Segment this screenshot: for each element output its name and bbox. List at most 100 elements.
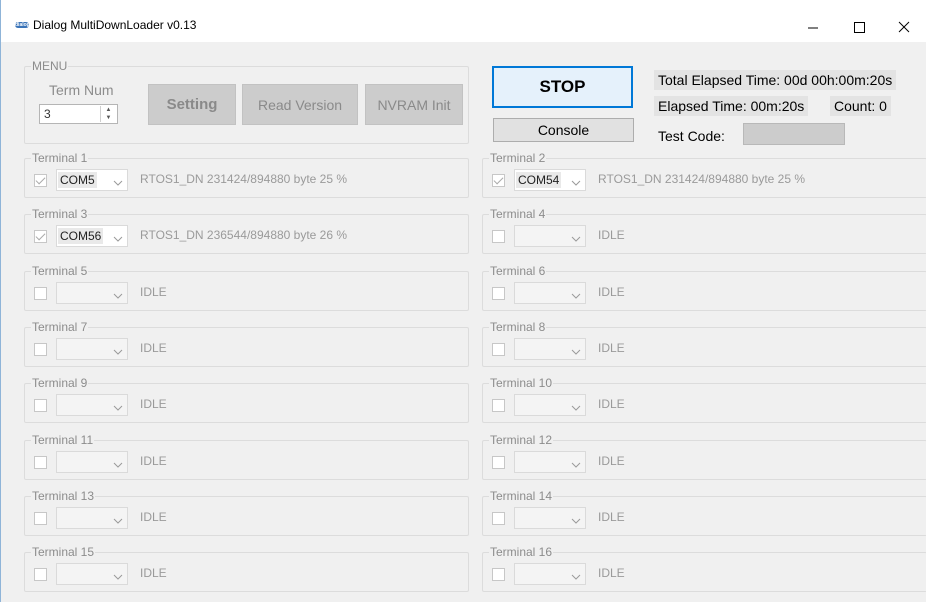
console-button[interactable]: Console	[493, 118, 634, 142]
terminal-group: Terminal 11 IDLE	[24, 433, 469, 480]
terminal-legend: Terminal 15	[31, 545, 96, 559]
terminal-group: Terminal 13 IDLE	[24, 489, 469, 536]
close-icon	[898, 21, 910, 33]
terminal-legend: Terminal 4	[489, 207, 547, 221]
chevron-down-icon[interactable]	[113, 288, 123, 306]
terminal-status: IDLE	[598, 341, 625, 355]
terminal-checkbox[interactable]	[492, 512, 505, 525]
terminal-legend: Terminal 5	[31, 264, 89, 278]
terminal-checkbox[interactable]	[492, 287, 505, 300]
port-value: COM5	[58, 172, 97, 188]
terminal-group: Terminal 10 IDLE	[482, 376, 926, 423]
port-select[interactable]	[56, 451, 128, 473]
maximize-button[interactable]	[836, 12, 882, 42]
terminal-checkbox[interactable]	[492, 230, 505, 243]
chevron-down-icon[interactable]	[113, 569, 123, 587]
terminal-status: IDLE	[140, 341, 167, 355]
chevron-down-icon[interactable]	[113, 400, 123, 418]
port-select[interactable]	[514, 563, 586, 585]
port-select[interactable]	[56, 282, 128, 304]
test-code-field[interactable]	[743, 123, 845, 145]
term-num-stepper[interactable]: 3 ▲ ▼	[39, 104, 118, 124]
terminal-group: Terminal 16 IDLE	[482, 545, 926, 592]
terminal-checkbox[interactable]	[34, 456, 47, 469]
terminal-checkbox[interactable]	[34, 568, 47, 581]
port-select[interactable]	[514, 282, 586, 304]
terminal-group: Terminal 1 COM5 RTOS1_DN 231424/894880 byt…	[24, 151, 469, 198]
chevron-down-icon[interactable]	[113, 175, 123, 193]
chevron-down-icon[interactable]	[571, 344, 581, 362]
terminal-status: IDLE	[140, 566, 167, 580]
terminal-group: Terminal 8 IDLE	[482, 320, 926, 367]
stop-button[interactable]: STOP	[492, 66, 633, 108]
stepper-up-icon[interactable]: ▲	[101, 106, 116, 114]
minimize-button[interactable]	[790, 12, 836, 42]
chevron-down-icon[interactable]	[571, 175, 581, 193]
term-num-label: Term Num	[49, 82, 114, 98]
chevron-down-icon[interactable]	[571, 457, 581, 475]
terminal-group: Terminal 6 IDLE	[482, 264, 926, 311]
terminal-checkbox[interactable]	[492, 343, 505, 356]
terminal-legend: Terminal 7	[31, 320, 89, 334]
terminal-checkbox[interactable]	[492, 568, 505, 581]
setting-button[interactable]: Setting	[148, 84, 236, 125]
port-select[interactable]	[514, 507, 586, 529]
terminal-checkbox[interactable]	[34, 512, 47, 525]
terminal-checkbox[interactable]	[492, 399, 505, 412]
chevron-down-icon[interactable]	[113, 457, 123, 475]
terminal-checkbox[interactable]	[34, 174, 47, 187]
stepper-down-icon[interactable]: ▼	[101, 114, 116, 122]
close-button[interactable]	[881, 12, 926, 42]
port-select[interactable]	[514, 394, 586, 416]
chevron-down-icon[interactable]	[571, 400, 581, 418]
stepper-arrows[interactable]: ▲ ▼	[100, 106, 116, 122]
terminal-group: Terminal 7 IDLE	[24, 320, 469, 367]
title-bar: dialog Dialog MultiDownLoader v0.13	[1, 0, 926, 42]
port-select[interactable]	[514, 451, 586, 473]
nvram-init-button[interactable]: NVRAM Init	[365, 84, 463, 125]
port-select[interactable]	[514, 225, 586, 247]
test-code-label: Test Code:	[658, 128, 725, 144]
terminal-group: Terminal 14 IDLE	[482, 489, 926, 536]
port-select[interactable]	[514, 338, 586, 360]
chevron-down-icon[interactable]	[571, 513, 581, 531]
terminal-status: IDLE	[140, 285, 167, 299]
terminal-checkbox[interactable]	[492, 174, 505, 187]
port-select[interactable]	[56, 507, 128, 529]
port-select[interactable]	[56, 563, 128, 585]
port-select[interactable]	[56, 338, 128, 360]
chevron-down-icon[interactable]	[571, 231, 581, 249]
terminal-checkbox[interactable]	[492, 456, 505, 469]
chevron-down-icon[interactable]	[113, 513, 123, 531]
terminal-checkbox[interactable]	[34, 287, 47, 300]
terminal-group: Terminal 4 IDLE	[482, 207, 926, 254]
port-select[interactable]: COM5	[56, 169, 128, 191]
chevron-down-icon[interactable]	[113, 231, 123, 249]
terminal-legend: Terminal 6	[489, 264, 547, 278]
menu-legend: MENU	[31, 59, 69, 73]
terminal-group: Terminal 12 IDLE	[482, 433, 926, 480]
window-title: Dialog MultiDownLoader v0.13	[33, 18, 197, 32]
chevron-down-icon[interactable]	[571, 288, 581, 306]
chevron-down-icon[interactable]	[571, 569, 581, 587]
port-select[interactable]: COM56	[56, 225, 128, 247]
minimize-icon	[808, 27, 818, 29]
terminal-group: Terminal 5 IDLE	[24, 264, 469, 311]
read-version-button[interactable]: Read Version	[242, 84, 358, 125]
terminal-legend: Terminal 13	[31, 489, 96, 503]
maximize-icon	[854, 22, 865, 33]
terminal-checkbox[interactable]	[34, 399, 47, 412]
terminal-status: RTOS1_DN 231424/894880 byte 25 %	[140, 172, 348, 186]
terminal-status: IDLE	[598, 566, 625, 580]
port-select[interactable]: COM54	[514, 169, 586, 191]
total-elapsed-time: Total Elapsed Time: 00d 00h:00m:20s	[654, 70, 897, 90]
chevron-down-icon[interactable]	[113, 344, 123, 362]
terminal-status: IDLE	[598, 397, 625, 411]
terminal-checkbox[interactable]	[34, 343, 47, 356]
terminal-legend: Terminal 8	[489, 320, 547, 334]
terminal-status: IDLE	[598, 510, 625, 524]
terminal-checkbox[interactable]	[34, 230, 47, 243]
terminal-group: Terminal 15 IDLE	[24, 545, 469, 592]
terminal-group: Terminal 2 COM54 RTOS1_DN 231424/894880 by…	[482, 151, 926, 198]
port-select[interactable]	[56, 394, 128, 416]
